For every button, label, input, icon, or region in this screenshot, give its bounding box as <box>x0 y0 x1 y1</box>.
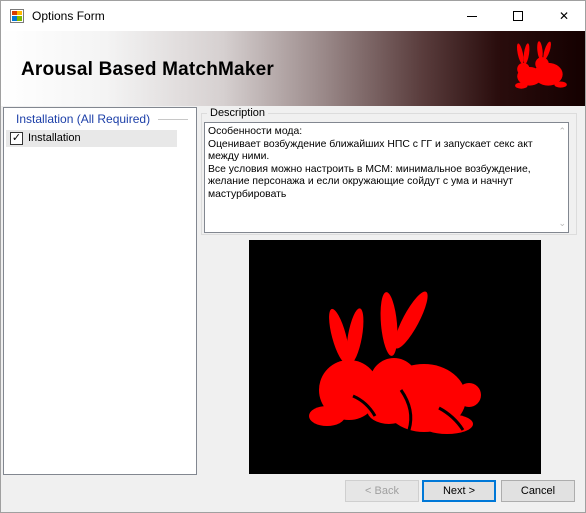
title-bar[interactable]: Options Form ✕ <box>1 1 585 31</box>
install-steps-panel: Installation (All Required) ✓ Installati… <box>3 107 197 475</box>
checkmark-icon: ✓ <box>11 132 22 144</box>
minimize-button[interactable] <box>449 1 495 31</box>
preview-image <box>249 240 541 474</box>
scroll-down-icon[interactable]: ⌄ <box>558 218 566 229</box>
group-header-divider <box>158 119 188 120</box>
plugin-item-installation[interactable]: ✓ Installation <box>6 130 177 147</box>
banner-title: Arousal Based MatchMaker <box>21 59 274 80</box>
app-icon <box>10 9 24 23</box>
next-button[interactable]: Next > <box>422 480 496 502</box>
maximize-button[interactable] <box>495 1 541 31</box>
install-group-header: Installation (All Required) <box>16 112 151 126</box>
description-textbox[interactable]: Особенности мода: Оценивает возбуждение … <box>204 122 569 233</box>
description-text: Особенности мода: Оценивает возбуждение … <box>208 126 533 200</box>
maximize-icon <box>513 11 523 21</box>
cancel-button[interactable]: Cancel <box>501 480 575 502</box>
close-button[interactable]: ✕ <box>541 1 586 31</box>
back-button[interactable]: < Back <box>345 480 419 502</box>
red-rabbits-logo-icon <box>511 41 573 93</box>
minimize-icon <box>467 15 477 17</box>
close-icon: ✕ <box>558 9 570 23</box>
installation-checkbox[interactable]: ✓ <box>10 132 23 145</box>
header-banner: Arousal Based MatchMaker <box>1 31 585 106</box>
window-title: Options Form <box>32 9 105 23</box>
scroll-up-icon[interactable]: ⌃ <box>558 126 566 137</box>
options-form-window: Options Form ✕ Arousal Based MatchMaker <box>0 0 586 513</box>
plugin-item-label: Installation <box>28 132 81 144</box>
red-rabbits-image-icon <box>309 291 481 434</box>
description-legend: Description <box>207 107 269 119</box>
